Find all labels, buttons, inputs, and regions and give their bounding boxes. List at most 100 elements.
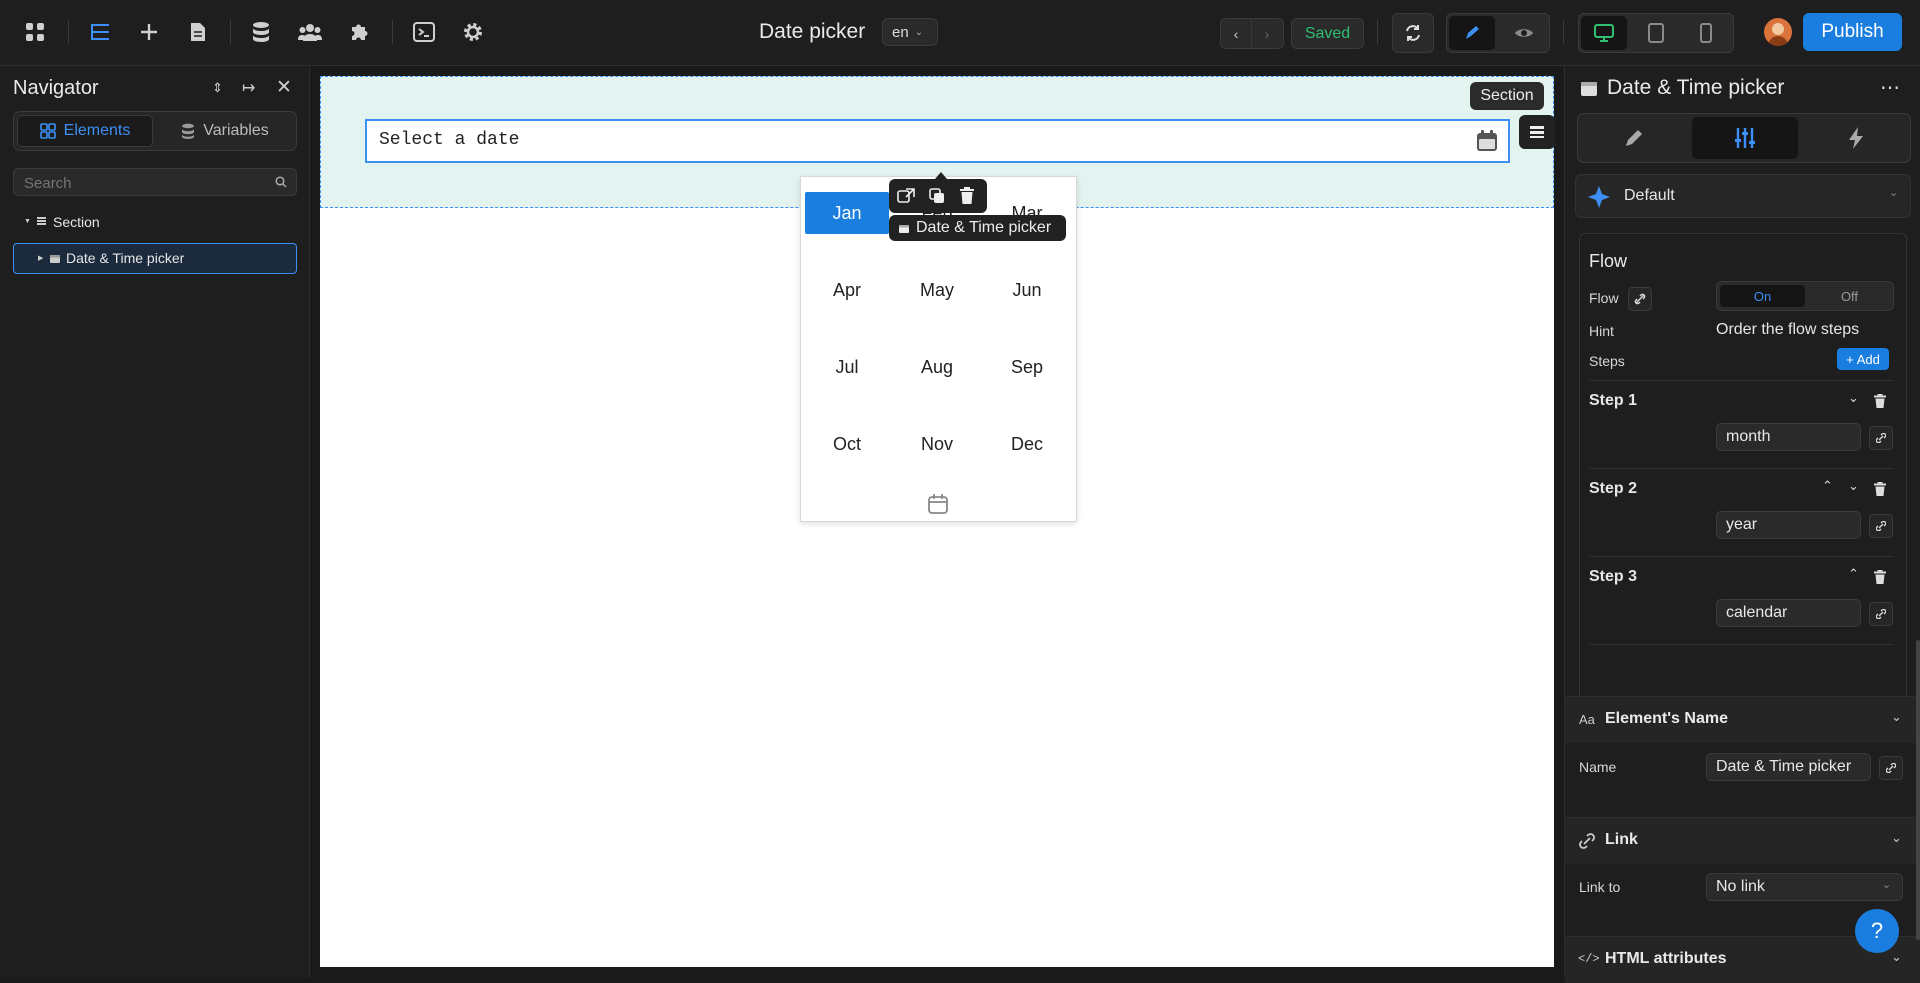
link-icon	[1886, 763, 1896, 773]
element-tag[interactable]: Date & Time picker	[889, 215, 1066, 241]
eye-icon	[1515, 29, 1533, 37]
step-2-value[interactable]: year	[1716, 511, 1861, 539]
undo-arrow-icon[interactable]: ‹	[1221, 19, 1251, 48]
month-option-sep[interactable]: Sep	[985, 346, 1069, 388]
month-option-aug[interactable]: Aug	[895, 346, 979, 388]
section-tag[interactable]: Section	[1470, 82, 1544, 110]
plugins-puzzle-icon[interactable]	[344, 17, 374, 47]
expand-collapse-icon[interactable]: ⇕	[212, 80, 223, 96]
desktop-view-button[interactable]	[1581, 16, 1627, 50]
chevron-down-icon[interactable]: ⌄	[1848, 478, 1859, 494]
pages-icon[interactable]	[183, 17, 213, 47]
tab-variables[interactable]: Variables	[157, 115, 293, 147]
element-name-section-header[interactable]: Aa Element's Name ⌄	[1565, 696, 1920, 743]
code-terminal-icon[interactable]	[409, 17, 439, 47]
caret-right-icon[interactable]: ▶	[38, 254, 43, 262]
step-3-value[interactable]: calendar	[1716, 599, 1861, 627]
text-aa-icon: Aa	[1579, 712, 1595, 727]
edit-mode-button[interactable]	[1449, 16, 1495, 50]
duplicate-icon[interactable]	[929, 188, 945, 204]
publish-button[interactable]: Publish	[1803, 13, 1902, 51]
close-icon[interactable]: ✕	[276, 76, 292, 99]
navigator-title: Navigator	[13, 77, 99, 99]
dock-panel-icon[interactable]: ↦	[242, 78, 255, 98]
caret-down-icon[interactable]: ▼	[24, 218, 31, 225]
step-2-binding-button[interactable]	[1869, 514, 1893, 538]
sync-button[interactable]	[1392, 13, 1434, 53]
trash-icon[interactable]	[1874, 394, 1886, 408]
chevron-up-icon[interactable]: ⌃	[1848, 566, 1859, 582]
inspector-title: Date & Time picker	[1607, 76, 1785, 99]
calendar-icon[interactable]	[1475, 129, 1499, 153]
apps-grid-icon[interactable]	[20, 17, 50, 47]
divider	[230, 20, 231, 44]
month-option-oct[interactable]: Oct	[805, 423, 889, 465]
mobile-view-button[interactable]	[1683, 16, 1729, 50]
name-label: Name	[1579, 759, 1617, 775]
help-button[interactable]: ?	[1855, 909, 1899, 953]
preview-mode-button[interactable]	[1501, 16, 1547, 50]
more-options-icon[interactable]: ⋯	[1880, 75, 1901, 100]
elements-grid-icon	[39, 123, 56, 139]
calendar-icon	[899, 224, 909, 233]
settings-gear-icon[interactable]	[458, 17, 488, 47]
section-menu-button[interactable]	[1519, 115, 1555, 149]
redo-arrow-icon[interactable]: ›	[1252, 19, 1282, 48]
month-option-jul[interactable]: Jul	[805, 346, 889, 388]
step-1-label: Step 1	[1589, 392, 1638, 409]
month-option-may[interactable]: May	[895, 269, 979, 311]
chevron-down-icon[interactable]: ⌄	[1848, 390, 1859, 406]
search-input[interactable]	[22, 171, 266, 195]
tab-elements[interactable]: Elements	[17, 115, 153, 147]
flow-binding-button[interactable]	[1628, 287, 1652, 311]
page-canvas: Section Select a date JanFebMarAprMayJun…	[320, 76, 1555, 967]
tab-workflows[interactable]	[1803, 117, 1909, 159]
preset-select[interactable]: Default ⌄	[1575, 174, 1911, 218]
add-step-button[interactable]: + Add	[1837, 348, 1889, 370]
search-icon	[275, 176, 287, 188]
flow-toggle-off[interactable]: Off	[1807, 285, 1892, 307]
month-option-jan[interactable]: Jan	[805, 192, 889, 234]
canvas-area: Section Select a date JanFebMarAprMayJun…	[310, 66, 1564, 977]
month-option-nov[interactable]: Nov	[895, 423, 979, 465]
tab-style[interactable]	[1581, 117, 1687, 159]
step-3-binding-button[interactable]	[1869, 602, 1893, 626]
navigator-tree-icon[interactable]	[85, 17, 115, 47]
step-1-binding-button[interactable]	[1869, 426, 1893, 450]
flow-settings: Flow Flow On Off Hint Order the flow ste…	[1579, 233, 1907, 722]
month-option-jun[interactable]: Jun	[985, 269, 1069, 311]
inspector-scrollbar[interactable]	[1916, 640, 1920, 940]
calendar-view-icon[interactable]	[927, 493, 949, 515]
saved-status-badge: Saved	[1291, 18, 1364, 49]
flow-label: Flow	[1589, 290, 1619, 306]
preset-value: Default	[1624, 187, 1675, 204]
element-name-input[interactable]: Date & Time picker	[1706, 753, 1871, 781]
name-binding-button[interactable]	[1879, 756, 1903, 780]
tree-item-section[interactable]: Section	[53, 214, 100, 230]
open-component-icon[interactable]	[897, 188, 915, 204]
chevron-up-icon[interactable]: ⌃	[1822, 478, 1833, 494]
link-to-label: Link to	[1579, 879, 1621, 895]
month-option-dec[interactable]: Dec	[985, 423, 1069, 465]
date-input[interactable]: Select a date	[365, 119, 1510, 163]
trash-icon[interactable]	[960, 187, 974, 204]
step-3-label: Step 3	[1589, 568, 1638, 585]
tablet-view-button[interactable]	[1633, 16, 1679, 50]
link-section-header[interactable]: Link ⌄	[1565, 817, 1920, 864]
database-icon[interactable]	[246, 17, 276, 47]
flow-toggle-on[interactable]: On	[1720, 285, 1805, 307]
month-option-apr[interactable]: Apr	[805, 269, 889, 311]
link-to-select[interactable]: No link ⌄	[1706, 873, 1903, 901]
avatar-face	[1772, 23, 1784, 35]
hint-value: Order the flow steps	[1716, 321, 1860, 338]
step-1-value[interactable]: month	[1716, 423, 1861, 451]
add-icon[interactable]	[134, 17, 164, 47]
tree-item-date-time-picker[interactable]: ▶ Date & Time picker	[13, 243, 297, 274]
user-avatar[interactable]	[1764, 18, 1792, 46]
language-select[interactable]: en ⌄	[882, 18, 938, 46]
page-title: Date picker	[759, 20, 866, 43]
tab-settings[interactable]	[1692, 117, 1798, 159]
trash-icon[interactable]	[1874, 570, 1886, 584]
trash-icon[interactable]	[1874, 482, 1886, 496]
users-icon[interactable]	[295, 17, 325, 47]
